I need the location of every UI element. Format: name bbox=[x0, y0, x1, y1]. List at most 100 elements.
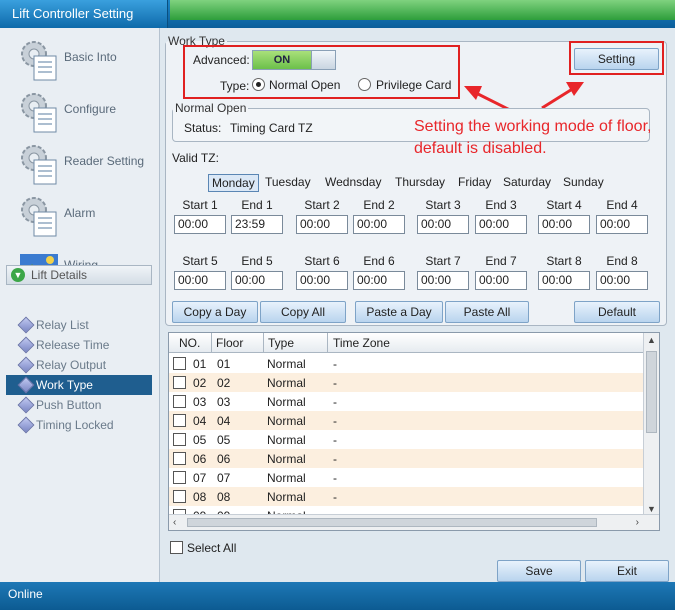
cell-floor: 02 bbox=[217, 376, 231, 390]
horizontal-scrollbar[interactable]: ‹ › bbox=[169, 514, 659, 530]
subitem-push-button[interactable]: Push Button bbox=[6, 395, 152, 415]
cell-no: 01 bbox=[193, 357, 207, 371]
nav-label: Configure bbox=[64, 102, 117, 116]
advanced-label: Advanced: bbox=[193, 53, 250, 67]
scroll-left-icon[interactable]: ‹ bbox=[173, 517, 176, 528]
scroll-right-icon[interactable]: › bbox=[636, 517, 639, 528]
time-input[interactable]: 00:00 bbox=[475, 215, 527, 234]
time-input[interactable]: 00:00 bbox=[296, 215, 348, 234]
row-checkbox[interactable] bbox=[173, 357, 186, 370]
nav-item-configure[interactable]: Configure bbox=[8, 86, 153, 136]
day-tab-monday[interactable]: Monday bbox=[208, 174, 259, 192]
day-tab-tuesday[interactable]: Tuesday bbox=[265, 174, 311, 192]
time-input[interactable]: 00:00 bbox=[353, 215, 405, 234]
scroll-thumb[interactable] bbox=[187, 518, 597, 527]
scroll-down-icon[interactable]: ▼ bbox=[647, 504, 656, 514]
day-tab-sunday[interactable]: Sunday bbox=[563, 174, 604, 192]
radio-normal-open[interactable] bbox=[252, 78, 265, 91]
subitem-work-type[interactable]: Work Type bbox=[6, 375, 152, 395]
subitem-relay-output[interactable]: Relay Output bbox=[6, 355, 152, 375]
table-row[interactable]: 01 01 Normal - bbox=[169, 354, 643, 373]
time-input[interactable]: 00:00 bbox=[174, 271, 226, 290]
row-checkbox[interactable] bbox=[173, 471, 186, 484]
copy-a-day-button[interactable]: Copy a Day bbox=[172, 301, 258, 323]
vertical-scrollbar[interactable]: ▲ ▼ bbox=[643, 333, 659, 516]
nav-label: Alarm bbox=[64, 206, 96, 220]
nav-item-alarm[interactable]: Alarm bbox=[8, 190, 153, 240]
subitem-relay-list[interactable]: Relay List bbox=[6, 315, 152, 335]
time-label: Start 7 bbox=[425, 254, 461, 268]
cell-time-zone: - bbox=[333, 452, 337, 466]
table-row[interactable]: 07 07 Normal - bbox=[169, 468, 643, 487]
nav-item-basic-info[interactable]: Basic Into bbox=[8, 34, 153, 84]
diamond-icon bbox=[17, 416, 35, 434]
scroll-up-icon[interactable]: ▲ bbox=[647, 335, 656, 345]
time-input[interactable]: 00:00 bbox=[538, 271, 590, 290]
cell-time-zone: - bbox=[333, 357, 337, 371]
table-row[interactable]: 02 02 Normal - bbox=[169, 373, 643, 392]
status-text: Online bbox=[8, 587, 43, 601]
exit-button[interactable]: Exit bbox=[585, 560, 669, 582]
subitem-label: Release Time bbox=[36, 338, 110, 352]
lift-details-group[interactable]: ▼ Lift Details bbox=[6, 265, 152, 285]
table-row[interactable]: 06 06 Normal - bbox=[169, 449, 643, 468]
row-checkbox[interactable] bbox=[173, 490, 186, 503]
advanced-toggle[interactable]: ON bbox=[252, 50, 336, 70]
cell-type: Normal bbox=[267, 414, 306, 428]
table-row[interactable]: 04 04 Normal - bbox=[169, 411, 643, 430]
select-all-checkbox[interactable] bbox=[170, 541, 183, 554]
scroll-thumb[interactable] bbox=[646, 351, 657, 433]
time-input[interactable]: 00:00 bbox=[296, 271, 348, 290]
time-label: End 4 bbox=[606, 198, 638, 212]
subitem-timing-locked[interactable]: Timing Locked bbox=[6, 415, 152, 435]
normal-open-legend: Normal Open bbox=[175, 101, 247, 115]
time-input[interactable]: 00:00 bbox=[353, 271, 405, 290]
row-checkbox[interactable] bbox=[173, 433, 186, 446]
time-input[interactable]: 00:00 bbox=[174, 215, 226, 234]
radio-privilege-card[interactable] bbox=[358, 78, 371, 91]
table-row[interactable]: 08 08 Normal - bbox=[169, 487, 643, 506]
table-row[interactable]: 05 05 Normal - bbox=[169, 430, 643, 449]
nav-item-reader-setting[interactable]: Reader Setting bbox=[8, 138, 153, 188]
save-button[interactable]: Save bbox=[497, 560, 581, 582]
time-input[interactable]: 00:00 bbox=[417, 271, 469, 290]
status-bar: Online bbox=[0, 582, 675, 610]
diamond-icon bbox=[17, 316, 35, 334]
cell-type: Normal bbox=[267, 471, 306, 485]
row-checkbox[interactable] bbox=[173, 376, 186, 389]
time-input[interactable]: 00:00 bbox=[231, 271, 283, 290]
row-checkbox[interactable] bbox=[173, 452, 186, 465]
time-input[interactable]: 00:00 bbox=[596, 215, 648, 234]
time-input[interactable]: 00:00 bbox=[475, 271, 527, 290]
day-tab-thursday[interactable]: Thursday bbox=[395, 174, 445, 192]
cell-floor: 06 bbox=[217, 452, 231, 466]
default-button[interactable]: Default bbox=[574, 301, 660, 323]
row-checkbox[interactable] bbox=[173, 414, 186, 427]
day-tab-wednesday[interactable]: Wednsday bbox=[325, 174, 381, 192]
table-row[interactable]: 03 03 Normal - bbox=[169, 392, 643, 411]
nav-label: Reader Setting bbox=[64, 154, 145, 168]
table-header: NO. Floor Type Time Zone bbox=[169, 333, 643, 353]
cell-time-zone: - bbox=[333, 376, 337, 390]
toggle-knob[interactable] bbox=[311, 51, 335, 69]
gear-checklist-icon bbox=[21, 93, 57, 133]
time-input[interactable]: 00:00 bbox=[538, 215, 590, 234]
cell-floor: 07 bbox=[217, 471, 231, 485]
time-input[interactable]: 00:00 bbox=[596, 271, 648, 290]
window-title-tab: Lift Controller Setting bbox=[0, 0, 168, 28]
header-floor: Floor bbox=[216, 336, 244, 350]
subitem-release-time[interactable]: Release Time bbox=[6, 335, 152, 355]
row-checkbox[interactable] bbox=[173, 395, 186, 408]
cell-time-zone: - bbox=[333, 395, 337, 409]
setting-button[interactable]: Setting bbox=[574, 48, 659, 70]
time-input[interactable]: 00:00 bbox=[417, 215, 469, 234]
time-label: Start 4 bbox=[546, 198, 582, 212]
day-tab-friday[interactable]: Friday bbox=[458, 174, 491, 192]
time-input[interactable]: 23:59 bbox=[231, 215, 283, 234]
paste-a-day-button[interactable]: Paste a Day bbox=[355, 301, 443, 323]
paste-all-button[interactable]: Paste All bbox=[445, 301, 529, 323]
header-divider bbox=[327, 333, 328, 353]
cell-type: Normal bbox=[267, 452, 306, 466]
day-tab-saturday[interactable]: Saturday bbox=[503, 174, 551, 192]
copy-all-button[interactable]: Copy All bbox=[260, 301, 346, 323]
